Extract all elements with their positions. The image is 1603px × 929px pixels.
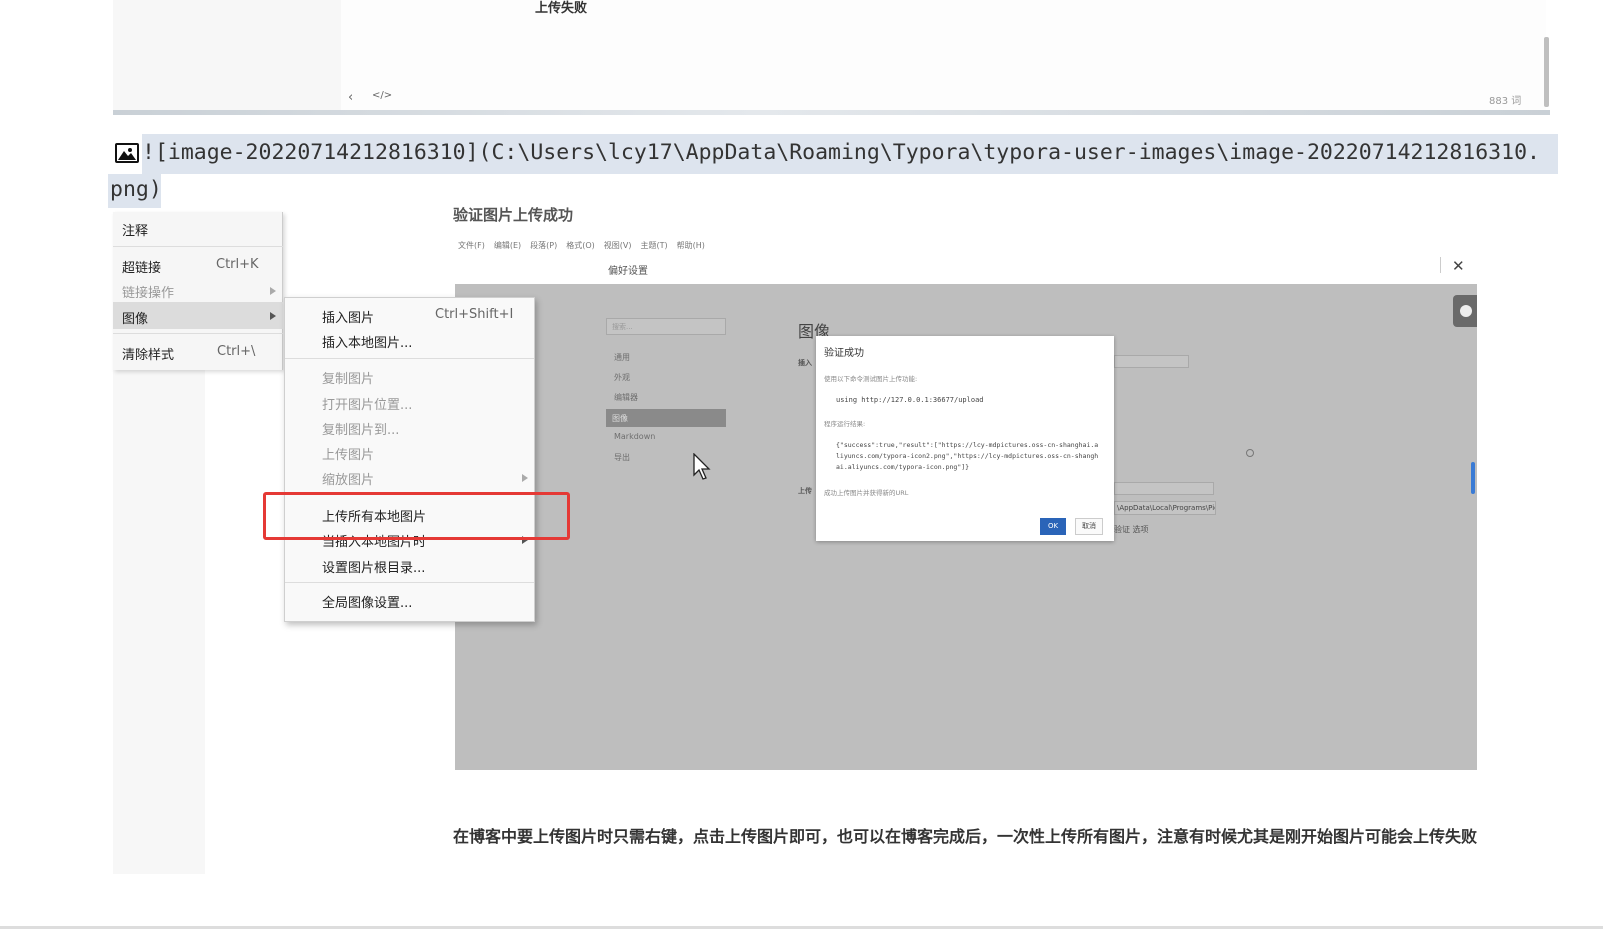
menu-paragraph: 段落(P) — [530, 241, 558, 250]
submenu-open-image-location[interactable]: 打开图片位置... — [322, 394, 412, 413]
preview-title: 上传失败 — [535, 1, 588, 16]
menu-theme: 主题(T) — [640, 241, 668, 250]
scrollbar[interactable] — [1544, 37, 1549, 107]
menu-item-image[interactable]: 图像 — [122, 308, 148, 327]
submenu-global-image-settings[interactable]: 全局图像设置... — [322, 592, 412, 611]
dialog-subtitle: 使用以下命令测试图片上传功能: — [824, 375, 918, 383]
menu-item-clear-style[interactable]: 清除样式 — [122, 344, 174, 363]
menu-shortcut: Ctrl+K — [216, 257, 259, 272]
pref-upload-select — [1114, 482, 1214, 495]
menu-file: 文件(F) — [458, 241, 485, 250]
menu-view: 视图(V) — [603, 241, 632, 250]
submenu-insert-image[interactable]: 插入图片 — [322, 307, 374, 326]
menu-separator — [113, 246, 283, 247]
markdown-image-source[interactable]: ![image-20220714212816310](C:\Users\lcy1… — [142, 140, 1540, 165]
submenu-copy-image[interactable]: 复制图片 — [322, 368, 374, 387]
pref-upload-label: 上传 — [798, 487, 812, 495]
menu-edit: 编辑(E) — [493, 241, 522, 250]
menu-shortcut: Ctrl+\ — [217, 344, 256, 359]
menu-shortcut: Ctrl+Shift+I — [435, 307, 514, 322]
toggle-icon — [1453, 295, 1477, 327]
divider — [1440, 257, 1441, 273]
pref-nav-image: 图像 — [606, 409, 726, 427]
embedded-menubar: 文件(F) 编辑(E) 段落(P) 格式(O) 视图(V) 主题(T) 帮助(H) — [458, 240, 714, 251]
scroll-indicator — [1471, 462, 1475, 494]
menu-item-link-actions[interactable]: 链接操作 — [122, 282, 174, 301]
preferences-search: 搜索... — [606, 318, 726, 335]
menu-item-comment[interactable]: 注释 — [122, 220, 148, 239]
submenu-insert-local-image[interactable]: 插入本地图片... — [322, 332, 412, 351]
menu-separator — [113, 333, 283, 334]
dialog-command: using http://127.0.0.1:36677/upload — [836, 396, 984, 404]
pref-insert-label: 插入 — [798, 359, 812, 367]
chevron-left-icon[interactable]: ‹ — [348, 90, 353, 105]
dialog-result-label: 程序运行结果: — [824, 420, 866, 428]
markdown-image-source-cont[interactable]: png) — [110, 177, 162, 202]
pref-buttons: 验证 选项 — [1114, 525, 1149, 534]
mouse-cursor-icon — [693, 452, 713, 485]
pref-nav-appearance: 外观 — [614, 373, 630, 382]
submenu-zoom-image[interactable]: 缩放图片 — [322, 469, 374, 488]
submenu-set-image-root[interactable]: 设置图片根目录... — [322, 557, 425, 576]
dialog-cancel-button: 取消 — [1075, 518, 1103, 535]
highlight-box — [263, 492, 570, 540]
submenu-upload-image[interactable]: 上传图片 — [322, 444, 374, 463]
dialog-result-json: {"success":true,"result":["https://lcy-m… — [836, 441, 1099, 471]
pref-nav-editor: 编辑器 — [614, 393, 638, 402]
preferences-title: 偏好设置 — [608, 266, 648, 277]
preview-main — [341, 0, 1546, 112]
menu-format: 格式(O) — [566, 241, 595, 250]
pref-path-input: \AppData\Local\Programs\Pic — [1114, 501, 1216, 515]
menu-item-hyperlink[interactable]: 超链接 — [122, 257, 161, 276]
image-icon — [115, 143, 139, 163]
divider — [113, 110, 1550, 115]
dialog-ok-button: OK — [1040, 518, 1066, 535]
menu-help: 帮助(H) — [676, 241, 705, 250]
close-icon: ✕ — [1452, 257, 1465, 275]
chevron-right-icon — [270, 312, 276, 320]
verify-dialog — [816, 336, 1114, 541]
pref-nav-markdown: Markdown — [614, 432, 656, 441]
embedded-heading: 验证图片上传成功 — [453, 206, 574, 224]
source-code-icon[interactable]: </> — [372, 90, 392, 101]
dialog-note: 成功上传图片并获得新的URL — [824, 489, 909, 497]
pref-nav-export: 导出 — [614, 453, 630, 462]
chevron-right-icon — [270, 287, 276, 295]
help-icon — [1246, 449, 1254, 457]
menu-separator — [285, 358, 534, 359]
body-paragraph: 在博客中要上传图片时只需右键，点击上传图片即可，也可以在博客完成后，一次性上传所… — [453, 827, 1478, 846]
preview-sidebar — [113, 0, 341, 112]
chevron-right-icon — [522, 474, 528, 482]
word-count[interactable]: 883 词 — [1489, 92, 1521, 107]
dialog-title: 验证成功 — [824, 348, 864, 359]
pref-nav-general: 通用 — [614, 353, 630, 362]
pref-insert-select — [1114, 355, 1189, 368]
menu-separator — [285, 582, 534, 583]
submenu-copy-image-to[interactable]: 复制图片到... — [322, 419, 399, 438]
